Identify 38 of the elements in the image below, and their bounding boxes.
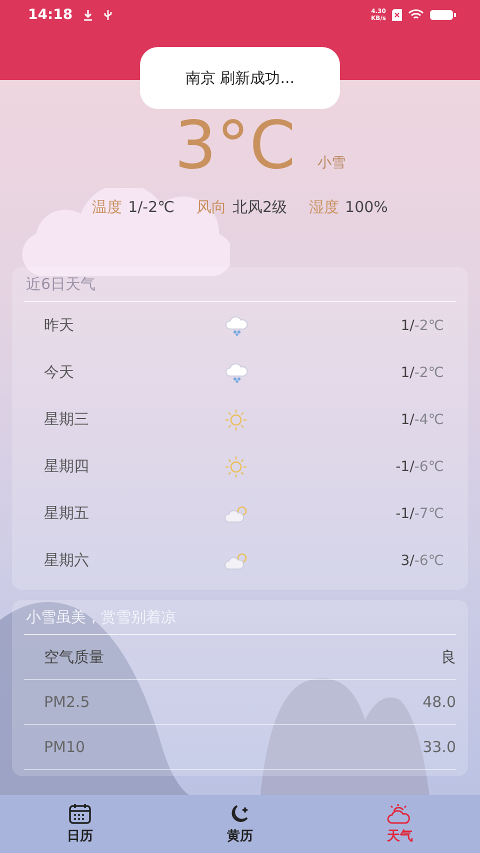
calendar-icon bbox=[68, 803, 92, 825]
temperature-range: 1/-2℃ bbox=[400, 318, 444, 334]
usb-icon bbox=[102, 9, 113, 21]
download-icon bbox=[82, 9, 93, 21]
air-label: 空气质量 bbox=[44, 648, 104, 666]
sim-card-icon bbox=[392, 9, 402, 21]
sun-icon bbox=[224, 408, 248, 432]
card-title: 近6日天气 bbox=[24, 267, 456, 302]
air-value: 良 bbox=[441, 648, 456, 666]
weather-stat: 湿度 100% bbox=[309, 198, 388, 217]
air-value: 33.0 bbox=[422, 738, 456, 756]
day-label: 星期三 bbox=[44, 410, 90, 429]
weather-condition: 小雪 bbox=[318, 154, 346, 172]
snow-cloud-icon bbox=[224, 316, 250, 336]
day-label: 星期六 bbox=[44, 551, 90, 570]
day-label: 星期四 bbox=[44, 457, 90, 476]
nav-tab[interactable]: 日历 bbox=[0, 795, 160, 853]
air-value: 48.0 bbox=[422, 693, 456, 711]
day-label: 今天 bbox=[44, 363, 75, 382]
wifi-icon bbox=[408, 9, 424, 21]
status-time: 14:18 bbox=[28, 7, 73, 23]
air-label: PM10 bbox=[44, 738, 86, 756]
day-label: 昨天 bbox=[44, 316, 75, 335]
weather-stat: 温度 1/-2℃ bbox=[92, 198, 174, 217]
sun-icon bbox=[224, 454, 248, 478]
current-temperature: 3°C bbox=[174, 110, 296, 182]
temperature-range: 3/-6℃ bbox=[400, 552, 444, 568]
temperature-range: 1/-4℃ bbox=[400, 412, 444, 428]
temperature-range: 1/-2℃ bbox=[400, 364, 444, 380]
temperature-range: -1/-7℃ bbox=[396, 506, 444, 522]
snow-cloud-icon bbox=[224, 362, 250, 382]
nav-tab[interactable]: 黄历 bbox=[160, 795, 320, 853]
temperature-range: -1/-6℃ bbox=[396, 458, 444, 474]
weather-stat: 风向 北风2级 bbox=[196, 198, 288, 217]
air-label: PM2.5 bbox=[44, 693, 90, 711]
toast-message: 南京 刷新成功... bbox=[140, 47, 340, 109]
day-label: 星期五 bbox=[44, 504, 90, 523]
battery-icon bbox=[430, 9, 456, 21]
